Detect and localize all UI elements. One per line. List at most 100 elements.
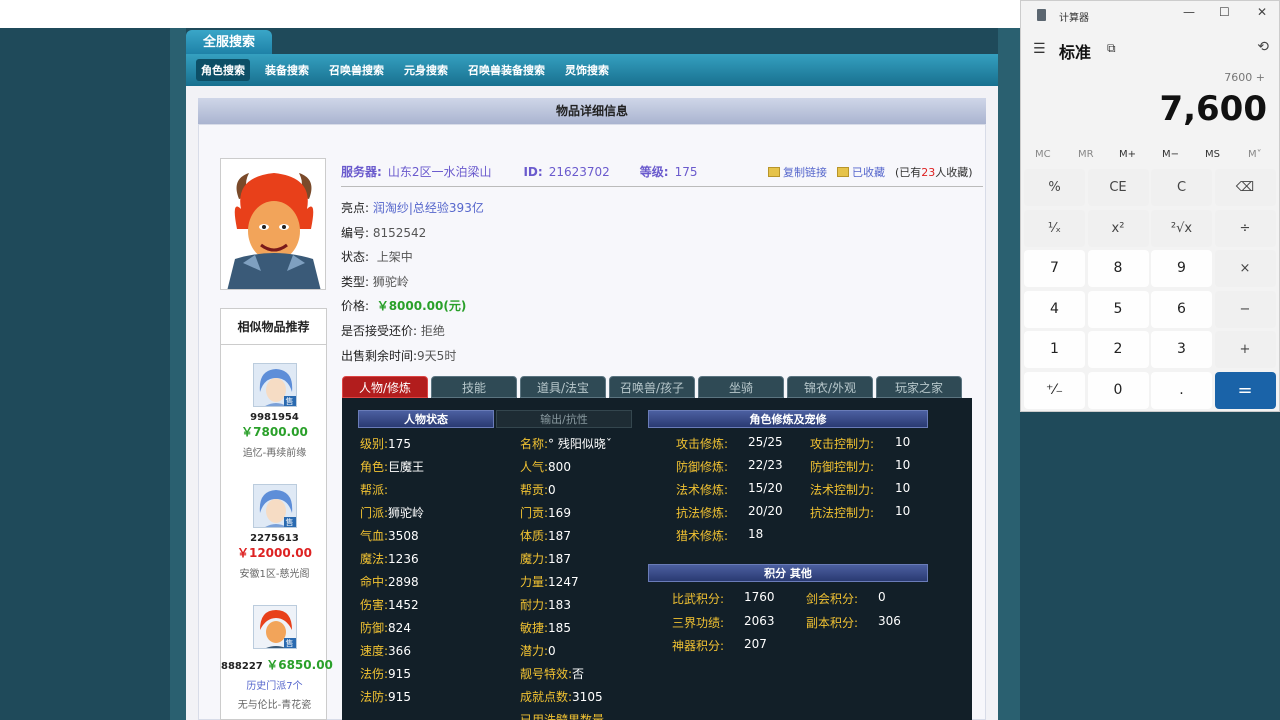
- favorite-button[interactable]: 已收藏: [837, 164, 885, 180]
- history-icon[interactable]: ⟲: [1257, 39, 1269, 55]
- similar-item-server: 追忆-再续前缘: [242, 448, 307, 459]
- similar-item[interactable]: 售 9981954 ￥7800.00 追忆-再续前缘: [221, 363, 328, 459]
- similar-item-id: 9981954: [250, 412, 299, 423]
- key-decimal-button[interactable]: .: [1151, 371, 1212, 409]
- key-divide-button[interactable]: ÷: [1214, 209, 1276, 247]
- key-square-root-button[interactable]: ²√x: [1151, 209, 1212, 247]
- menu-icon[interactable]: ☰: [1033, 41, 1046, 57]
- tab-all-server-search[interactable]: 全服搜索: [186, 30, 272, 56]
- memory-clear-button[interactable]: MC: [1035, 149, 1051, 160]
- type-row: 类型: 狮驼岭: [341, 273, 409, 290]
- subnav-lingshi-search[interactable]: 灵饰搜索: [560, 59, 614, 81]
- stat-row: 魔力:187: [520, 550, 571, 567]
- key-percent-button[interactable]: %: [1024, 169, 1085, 206]
- remaining-time-label: 出售剩余时间:: [341, 349, 418, 363]
- stat-value: 否: [572, 667, 585, 681]
- character-portrait: 售: [253, 364, 296, 406]
- stat-row: 比武积分: 1760: [672, 590, 775, 607]
- close-icon[interactable]: ✕: [1257, 5, 1267, 19]
- key-reciprocal-button[interactable]: ¹⁄ₓ: [1024, 209, 1085, 247]
- stat-value: 1247: [548, 575, 579, 589]
- stat-label: 猎术修炼:: [676, 529, 729, 543]
- key-subtract-button[interactable]: −: [1214, 290, 1276, 328]
- similar-item-id: 2275613: [250, 533, 299, 544]
- key-multiply-button[interactable]: ×: [1214, 250, 1276, 287]
- key-seven-button[interactable]: 7: [1024, 250, 1085, 287]
- similar-item[interactable]: 售 2275613 ￥12000.00 安徽1区-慈光阁: [221, 484, 328, 580]
- stat-label: 三界功绩:: [672, 615, 725, 630]
- section-output-resist[interactable]: 输出/抗性: [496, 410, 632, 428]
- copy-link-button[interactable]: 复制链接: [768, 164, 827, 180]
- similar-item-id: 888227: [221, 661, 263, 672]
- level-label: 等级:: [639, 165, 669, 179]
- stat-row: 副本积分: 306: [806, 614, 901, 631]
- subnav-pet-equip-search[interactable]: 召唤兽装备搜索: [463, 59, 550, 81]
- similar-item-icon[interactable]: 售: [252, 605, 297, 649]
- code-label: 编号:: [341, 226, 370, 240]
- key-add-button[interactable]: +: [1214, 331, 1276, 368]
- character-portrait: [221, 159, 325, 289]
- tab-player-home[interactable]: 玩家之家: [876, 376, 962, 398]
- memory-recall-button[interactable]: MR: [1078, 149, 1094, 160]
- memory-subtract-button[interactable]: M−: [1162, 149, 1179, 160]
- similar-item-icon[interactable]: 售: [252, 363, 297, 407]
- stat-row: 法防:915: [360, 688, 411, 705]
- key-three-button[interactable]: 3: [1151, 331, 1212, 368]
- tab-pets-children[interactable]: 召唤兽/孩子: [609, 376, 695, 398]
- memory-store-button[interactable]: MS: [1205, 149, 1220, 160]
- memory-add-button[interactable]: M+: [1119, 149, 1136, 160]
- server-line: 服务器: 山东2区一水泊梁山 ID: 21623702 等级: 175: [341, 163, 697, 180]
- id-label: ID:: [523, 164, 543, 179]
- id-value: 21623702: [548, 164, 610, 179]
- tab-items-treasures[interactable]: 道具/法宝: [520, 376, 606, 398]
- stat-row: 法术控制力: 10: [810, 481, 910, 498]
- character-panel: 人物状态 输出/抗性 角色修炼及宠修 积分 其他 级别:175 角色:巨魔王 帮派:…: [342, 398, 972, 720]
- key-four-button[interactable]: 4: [1024, 290, 1085, 328]
- stat-row: 名称:° 残阳似晓ˇ: [520, 435, 612, 452]
- stat-label: 副本积分:: [806, 615, 859, 630]
- type-label: 类型:: [341, 275, 370, 289]
- subnav-role-search[interactable]: 角色搜索: [196, 59, 250, 81]
- stat-label: 人气:: [520, 460, 549, 474]
- stat-label: 法防:: [360, 690, 389, 704]
- stat-row: 魔法:1236: [360, 550, 419, 567]
- stat-row: 攻击修炼: 25/25: [676, 435, 783, 452]
- key-eight-button[interactable]: 8: [1087, 250, 1149, 287]
- stat-value: 185: [548, 621, 571, 635]
- key-six-button[interactable]: 6: [1151, 290, 1212, 328]
- subnav-pet-search[interactable]: 召唤兽搜索: [324, 59, 389, 81]
- keep-on-top-icon[interactable]: ⧉: [1107, 41, 1116, 56]
- key-nine-button[interactable]: 9: [1151, 250, 1212, 287]
- stat-label: 剑会积分:: [806, 592, 859, 606]
- stat-label: 潜力:: [520, 644, 549, 658]
- key-one-button[interactable]: 1: [1024, 331, 1085, 368]
- minimize-icon[interactable]: —: [1183, 5, 1195, 19]
- maximize-icon[interactable]: ☐: [1219, 5, 1230, 19]
- tab-outfits[interactable]: 锦衣/外观: [787, 376, 873, 398]
- key-square-button[interactable]: x²: [1087, 209, 1149, 247]
- favorite-count: (已有23人收藏): [895, 166, 973, 179]
- key-backspace-button[interactable]: ⌫: [1214, 169, 1276, 206]
- key-clear-button[interactable]: C: [1151, 169, 1212, 206]
- tab-mounts[interactable]: 坐骑: [698, 376, 784, 398]
- stat-label: 魔力:: [520, 552, 549, 566]
- key-five-button[interactable]: 5: [1087, 290, 1149, 328]
- tab-character-cultivation[interactable]: 人物/修炼: [342, 376, 428, 398]
- subnav-equip-search[interactable]: 装备搜索: [260, 59, 314, 81]
- code-row: 编号: 8152542: [341, 224, 426, 241]
- tab-skills[interactable]: 技能: [431, 376, 517, 398]
- key-equals-button[interactable]: =: [1214, 371, 1276, 409]
- key-zero-button[interactable]: 0: [1087, 371, 1149, 409]
- key-two-button[interactable]: 2: [1087, 331, 1149, 368]
- section-char-state[interactable]: 人物状态: [358, 410, 494, 428]
- stat-row: 神器积分: 207: [672, 637, 767, 654]
- key-clear-entry-button[interactable]: CE: [1087, 169, 1149, 206]
- memory-list-button[interactable]: M˅: [1248, 149, 1262, 160]
- similar-item-history[interactable]: 历史门派7个: [221, 677, 328, 692]
- similar-item-icon[interactable]: 售: [252, 484, 297, 528]
- key-negate-button[interactable]: ⁺⁄₋: [1024, 371, 1085, 409]
- item-actions: 复制链接 已收藏 (已有23人收藏): [768, 164, 973, 180]
- subnav-yuanshen-search[interactable]: 元身搜索: [399, 59, 453, 81]
- similar-item[interactable]: 售 888227 ￥6850.00 历史门派7个 无与伦比-青花瓷: [221, 605, 333, 711]
- status-label: 状态:: [341, 250, 370, 264]
